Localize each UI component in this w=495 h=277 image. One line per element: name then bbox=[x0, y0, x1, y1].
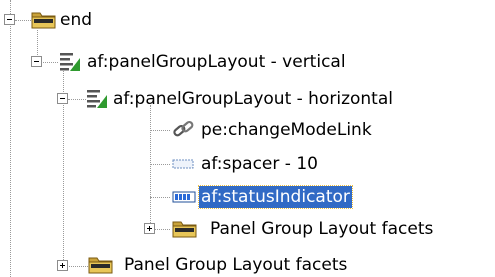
tree-line bbox=[40, 62, 58, 63]
tree-line bbox=[10, 26, 11, 277]
tree-node-label[interactable]: af:spacer - 10 bbox=[199, 153, 320, 175]
link-icon bbox=[173, 120, 194, 137]
tree-node-label-selected[interactable]: af:statusIndicator bbox=[198, 185, 353, 209]
tree-node-label[interactable]: Panel Group Layout facets bbox=[208, 218, 435, 240]
folder-icon bbox=[31, 12, 56, 29]
component-tree: end af:panelGroupLayout - vertical af:pa… bbox=[0, 0, 495, 277]
tree-line bbox=[150, 197, 170, 198]
collapse-toggle[interactable] bbox=[31, 56, 42, 67]
tree-line bbox=[155, 229, 170, 230]
tree-line bbox=[68, 99, 86, 100]
folder-icon bbox=[88, 257, 113, 274]
panel-group-layout-icon bbox=[60, 53, 80, 71]
tree-node-label[interactable]: af:panelGroupLayout - vertical bbox=[85, 51, 348, 73]
collapse-toggle[interactable] bbox=[57, 93, 68, 104]
tree-node-label[interactable]: Panel Group Layout facets bbox=[122, 254, 349, 276]
tree-line bbox=[150, 164, 170, 165]
expand-toggle[interactable] bbox=[57, 260, 68, 271]
tree-node-label[interactable]: pe:changeModeLink bbox=[199, 119, 374, 141]
tree-line bbox=[37, 30, 38, 55]
tree-line bbox=[66, 266, 88, 267]
status-indicator-icon bbox=[172, 191, 196, 203]
folder-icon bbox=[172, 221, 197, 238]
tree-node-label-end[interactable]: end bbox=[58, 9, 94, 31]
collapse-toggle[interactable] bbox=[4, 14, 15, 25]
tree-line bbox=[150, 130, 170, 131]
tree-line bbox=[150, 105, 151, 229]
tree-line bbox=[15, 20, 31, 21]
spacer-icon bbox=[172, 159, 194, 169]
panel-group-layout-icon bbox=[87, 90, 107, 108]
expand-toggle[interactable] bbox=[144, 223, 155, 234]
tree-node-label[interactable]: af:panelGroupLayout - horizontal bbox=[111, 88, 395, 110]
